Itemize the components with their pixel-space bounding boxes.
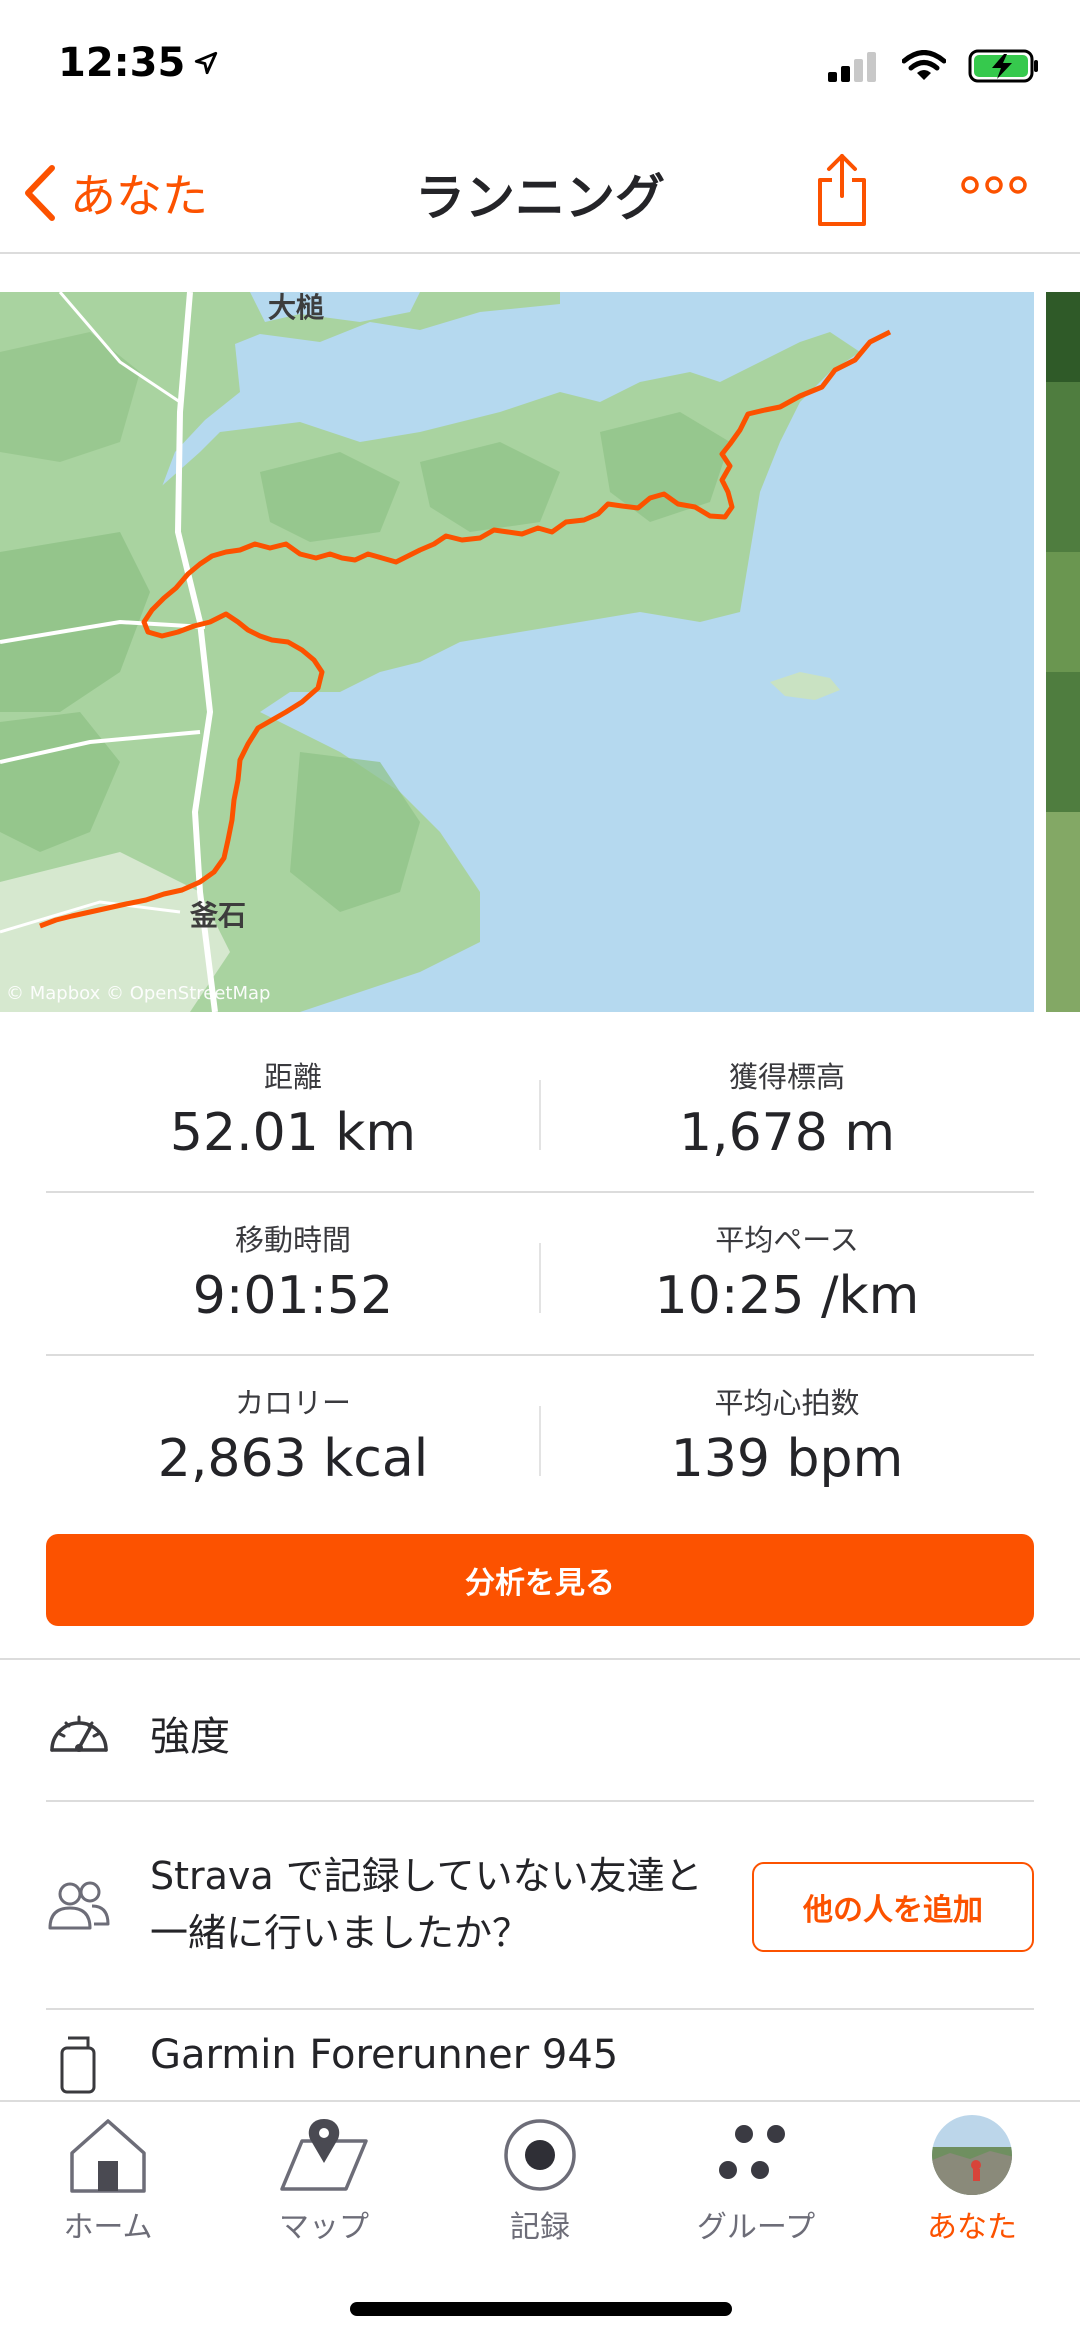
- groups-icon: [648, 2110, 864, 2200]
- share-button[interactable]: [812, 152, 872, 232]
- stat-label: 平均ペース: [715, 1223, 859, 1257]
- watch-icon: [60, 2036, 96, 2094]
- stat-label: 獲得標高: [728, 1060, 845, 1094]
- record-icon: [432, 2110, 648, 2200]
- tab-label: あなた: [927, 2210, 1017, 2245]
- clock-text: 12:35: [58, 40, 186, 86]
- tab-home[interactable]: ホーム: [0, 2102, 216, 2252]
- status-time: 12:35: [58, 40, 219, 86]
- stat-value: 9:01:52: [192, 1265, 394, 1326]
- stat-label: 距離: [263, 1060, 322, 1094]
- stat-label: 移動時間: [234, 1223, 351, 1257]
- status-indicators: [828, 48, 1040, 84]
- tab-maps[interactable]: マップ: [216, 2102, 432, 2252]
- stat-row: カロリー 2,863 kcal 平均心拍数 139 bpm: [46, 1356, 1034, 1519]
- map-graphic: [0, 292, 1034, 1012]
- activity-stats: 距離 52.01 km 獲得標高 1,678 m 移動時間 9:01:52 平均…: [46, 1030, 1034, 1519]
- add-friends-prompt: Strava で記録していない友達と一緒に行いましたか？: [150, 1854, 703, 1955]
- gauge-icon: [50, 1715, 108, 1752]
- page-title: ランニング: [415, 169, 665, 227]
- stat-divider: [539, 1406, 541, 1476]
- wifi-icon: [902, 50, 946, 80]
- people-icon: [48, 1881, 110, 1930]
- stat-divider: [539, 1243, 541, 1313]
- stat-average-pace: 平均ペース 10:25 /km: [540, 1193, 1034, 1354]
- photo-carousel-peek[interactable]: [1046, 292, 1080, 1012]
- intensity-row[interactable]: 強度: [0, 1660, 1080, 1800]
- stat-calories: カロリー 2,863 kcal: [46, 1356, 540, 1519]
- route-map[interactable]: 大槌 釜石 © Mapbox © OpenStreetMap: [0, 292, 1034, 1012]
- tab-record[interactable]: 記録: [432, 2102, 648, 2252]
- stat-average-heart-rate: 平均心拍数 139 bpm: [540, 1356, 1034, 1519]
- add-friends-row: Strava で記録していない友達と一緒に行いましたか？ 他の人を追加: [0, 1802, 1080, 2007]
- stat-label: 平均心拍数: [714, 1386, 860, 1420]
- stat-value: 139 bpm: [670, 1428, 904, 1489]
- tab-groups[interactable]: グループ: [648, 2102, 864, 2252]
- stat-value: 2,863 kcal: [157, 1428, 429, 1489]
- stat-moving-time: 移動時間 9:01:52: [46, 1193, 540, 1354]
- home-indicator: [350, 2302, 732, 2316]
- more-options-button[interactable]: [960, 174, 1028, 200]
- cellular-signal-icon: [828, 52, 876, 82]
- stat-label: カロリー: [234, 1386, 351, 1420]
- stat-elevation-gain: 獲得標高 1,678 m: [540, 1030, 1034, 1191]
- stat-value: 52.01 km: [169, 1102, 417, 1163]
- add-others-button[interactable]: 他の人を追加: [752, 1862, 1034, 1952]
- tab-label: ホーム: [63, 2210, 153, 2245]
- home-icon: [0, 2110, 216, 2200]
- tab-label: マップ: [279, 2210, 369, 2245]
- stat-row: 移動時間 9:01:52 平均ペース 10:25 /km: [46, 1193, 1034, 1356]
- tab-label: 記録: [510, 2210, 570, 2245]
- header: あなた ランニング: [0, 132, 1080, 254]
- stat-distance: 距離 52.01 km: [46, 1030, 540, 1191]
- intensity-label: 強度: [150, 1714, 230, 1760]
- stat-divider: [539, 1080, 541, 1150]
- stat-value: 1,678 m: [678, 1102, 896, 1163]
- device-row: Garmin Forerunner 945: [0, 2010, 1080, 2100]
- photo-thumbnail: [1046, 292, 1080, 1012]
- status-bar: 12:35: [0, 0, 1080, 132]
- stat-value: 10:25 /km: [654, 1265, 920, 1326]
- map-place-label: 大槌: [268, 292, 325, 324]
- location-arrow-icon: [195, 51, 218, 75]
- view-analysis-button[interactable]: 分析を見る: [46, 1534, 1034, 1626]
- tab-label: グループ: [696, 2210, 816, 2245]
- share-icon[interactable]: [812, 152, 872, 228]
- map-place-label: 釜石: [190, 899, 247, 932]
- avatar: [864, 2110, 1080, 2200]
- map-icon: [216, 2110, 432, 2200]
- stat-row: 距離 52.01 km 獲得標高 1,678 m: [46, 1030, 1034, 1193]
- tab-you[interactable]: あなた: [864, 2102, 1080, 2252]
- map-attribution: © Mapbox © OpenStreetMap: [6, 983, 271, 1004]
- device-name: Garmin Forerunner 945: [150, 2032, 619, 2078]
- battery-charging-icon: [968, 49, 1038, 83]
- more-dots-icon[interactable]: [960, 174, 1028, 196]
